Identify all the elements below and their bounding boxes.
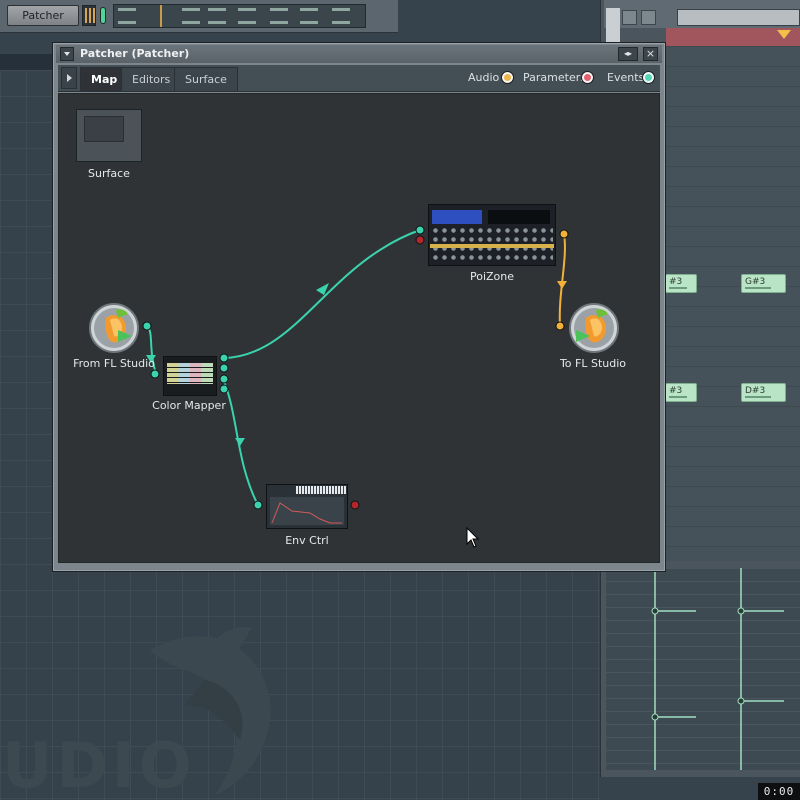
port-poizone-events-in xyxy=(415,225,425,235)
mouse-cursor-icon xyxy=(466,527,480,548)
poizone-display xyxy=(432,210,482,224)
channel-volume-meter[interactable] xyxy=(82,5,96,26)
wire-arrow-icon xyxy=(235,438,245,446)
select-tool-icon[interactable] xyxy=(622,10,637,25)
port-color-mapper-out-2 xyxy=(219,363,229,373)
playhead-marker xyxy=(160,5,162,27)
port-env-ctrl-in xyxy=(253,500,263,510)
legend-parameters-label[interactable]: Parameters xyxy=(523,71,586,84)
step-sequencer[interactable] xyxy=(113,4,366,28)
piano-roll-note[interactable]: D#3 xyxy=(741,383,786,402)
envelope-graph-icon xyxy=(270,497,344,525)
events-toggle-icon[interactable] xyxy=(642,71,655,84)
port-color-mapper-out-1 xyxy=(219,353,229,363)
wire-arrow-icon xyxy=(557,281,567,289)
timeline-marker-icon[interactable] xyxy=(777,30,791,39)
event-editor-graph xyxy=(651,568,784,770)
port-env-ctrl-out xyxy=(350,500,360,510)
audio-toggle-icon[interactable] xyxy=(501,71,514,84)
legend-events-label[interactable]: Events xyxy=(607,71,644,84)
poizone-lcd xyxy=(488,210,550,224)
env-ctrl-node-label: Env Ctrl xyxy=(285,534,329,547)
port-from-fl-out xyxy=(142,321,152,331)
poizone-node-label: PoiZone xyxy=(469,270,515,283)
window-title: Patcher (Patcher) xyxy=(80,47,190,60)
port-poizone-params-in xyxy=(415,235,425,245)
fl-studio-input-icon[interactable] xyxy=(88,302,140,354)
piano-roll-note-grid[interactable]: #3 G#3 #3 D#3 xyxy=(665,46,800,561)
channel-name-button[interactable]: Patcher xyxy=(7,5,79,26)
surface-preview xyxy=(84,116,124,142)
time-display: 0:00 xyxy=(758,783,800,800)
watermark-text: UDIO xyxy=(2,729,196,800)
env-ctrl-keyboard xyxy=(296,486,346,494)
color-mapper-preview xyxy=(167,362,213,384)
piano-roll-note[interactable]: #3 xyxy=(665,383,697,402)
port-poizone-audio-out xyxy=(559,229,569,239)
piano-roll-scrollbar[interactable] xyxy=(677,9,800,26)
piano-roll-note[interactable]: G#3 xyxy=(741,274,786,293)
piano-roll-note[interactable]: #3 xyxy=(665,274,697,293)
port-color-mapper-out-3 xyxy=(219,374,229,384)
tab-surface[interactable]: Surface xyxy=(174,67,238,91)
legend-audio-label[interactable]: Audio xyxy=(468,71,499,84)
from-fl-node-label: From FL Studio xyxy=(73,357,155,370)
close-button[interactable]: × xyxy=(643,47,658,61)
channel-strip-lower xyxy=(0,54,55,70)
port-color-mapper-out-4 xyxy=(219,384,229,394)
channel-select-led[interactable] xyxy=(100,7,106,24)
window-menu-icon[interactable] xyxy=(60,47,74,61)
pencil-tool-icon[interactable] xyxy=(641,10,656,25)
browse-arrows-button[interactable]: ◂▸ xyxy=(618,47,638,61)
port-color-mapper-in xyxy=(150,369,160,379)
tab-editors[interactable]: Editors xyxy=(121,67,182,91)
parameters-toggle-icon[interactable] xyxy=(581,71,594,84)
poizone-accent-strip xyxy=(430,244,554,248)
wire-poizone-to-to-fl xyxy=(558,233,566,327)
color-mapper-node-label: Color Mapper xyxy=(152,399,226,412)
to-fl-node-label: To FL Studio xyxy=(559,357,627,370)
expand-panel-button[interactable] xyxy=(61,67,77,89)
port-to-fl-audio-in xyxy=(555,321,565,331)
surface-node-label: Surface xyxy=(88,167,130,180)
fl-studio-output-icon[interactable] xyxy=(568,302,620,354)
